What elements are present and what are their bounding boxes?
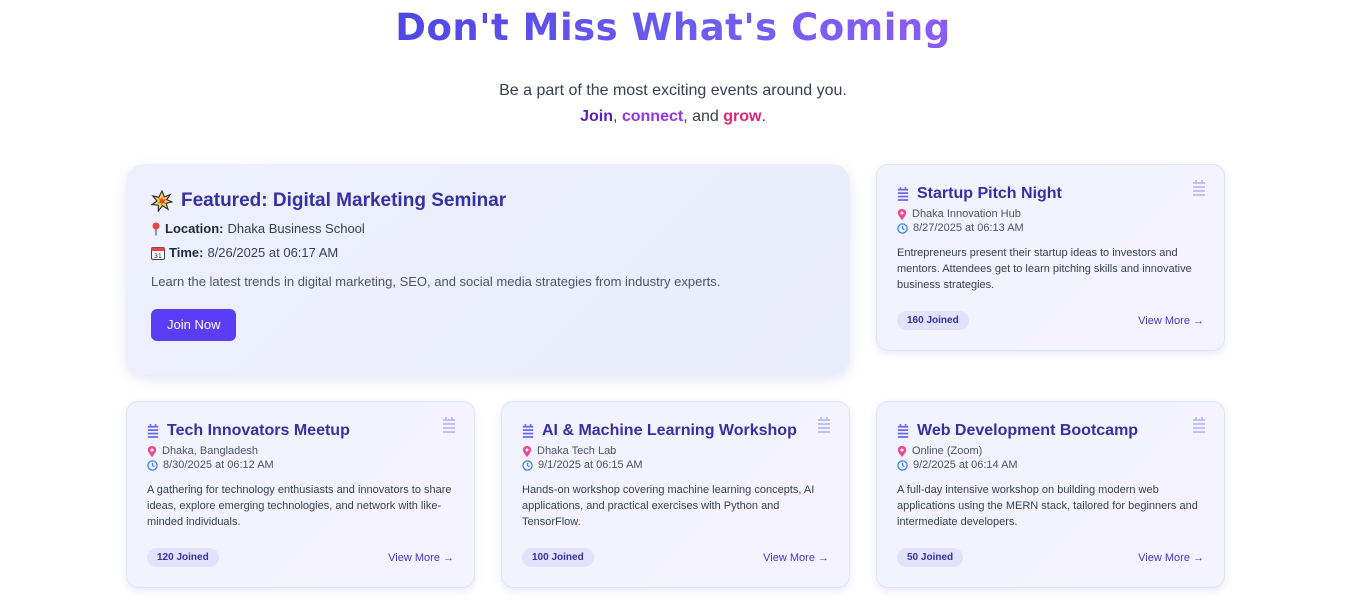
event-list-icon [1193,417,1205,433]
event-description: A gathering for technology enthusiasts a… [147,484,452,528]
event-list-icon [1193,180,1205,196]
event-location: Dhaka Tech Lab [522,445,829,457]
event-card: Web Development Bootcamp Online (Zoom) 9… [876,401,1225,588]
event-time: 8/27/2025 at 06:13 AM [897,222,1204,234]
event-list-icon [818,417,830,433]
event-title-row: Startup Pitch Night [897,185,1204,203]
clock-icon [147,459,158,471]
event-title: Tech Innovators Meetup [167,422,350,439]
burst-icon [151,190,173,212]
featured-event-card: Featured: Digital Marketing Seminar Loca… [126,164,850,375]
map-pin-icon [897,208,907,220]
map-pin-icon [522,445,532,457]
event-location: Dhaka Innovation Hub [897,208,1204,220]
calendar-icon: 31 [151,246,165,260]
map-pin-icon [152,222,160,235]
view-more-link[interactable]: View More → [388,552,454,564]
clock-icon [522,459,533,471]
map-pin-icon [147,445,157,457]
event-list-icon [522,424,534,438]
view-more-link[interactable]: View More → [763,552,829,564]
event-description: Entrepreneurs present their startup idea… [897,247,1192,291]
event-title: AI & Machine Learning Workshop [542,422,797,439]
hero-subtitle: Be a part of the most exciting events ar… [0,78,1346,130]
joined-count-badge: 50 Joined [897,548,964,567]
event-title: Web Development Bootcamp [917,422,1139,439]
view-more-link[interactable]: View More → [1138,315,1204,327]
event-footer: 120 Joined View More → [147,548,454,567]
event-card: Startup Pitch Night Dhaka Innovation Hub… [876,164,1225,351]
event-title-row: AI & Machine Learning Workshop [522,422,829,440]
tagline-join: Join [580,108,613,125]
joined-count-badge: 120 Joined [147,548,219,567]
featured-title: Featured: Digital Marketing Seminar [181,190,507,211]
subtitle-line: Be a part of the most exciting events ar… [499,82,847,99]
clock-icon [897,459,908,471]
view-more-link[interactable]: View More → [1138,552,1204,564]
event-list-icon [147,424,159,438]
event-location: Online (Zoom) [897,445,1204,457]
event-description: A full-day intensive workshop on buildin… [897,484,1198,528]
event-card: Tech Innovators Meetup Dhaka, Bangladesh… [126,401,475,588]
clock-icon [897,222,908,234]
joined-count-badge: 100 Joined [522,548,594,567]
featured-title-row: Featured: Digital Marketing Seminar [151,190,825,212]
event-title-row: Web Development Bootcamp [897,422,1204,440]
svg-text:31: 31 [154,253,162,260]
event-list-icon [443,417,455,433]
event-description: Hands-on workshop covering machine learn… [522,484,815,528]
event-title: Startup Pitch Night [917,185,1062,202]
tagline-grow: grow [723,108,762,125]
event-card: AI & Machine Learning Workshop Dhaka Tec… [501,401,850,588]
subtitle-tagline: Join, connect, and grow. [580,108,766,125]
joined-count-badge: 160 Joined [897,311,969,330]
map-pin-icon [897,445,907,457]
join-now-button[interactable]: Join Now [151,309,237,341]
event-list-icon [897,424,909,438]
featured-description: Learn the latest trends in digital marke… [151,274,721,289]
event-time: 9/2/2025 at 06:14 AM [897,459,1204,471]
event-time: 9/1/2025 at 06:15 AM [522,459,829,471]
event-footer: 50 Joined View More → [897,548,1204,567]
event-footer: 160 Joined View More → [897,311,1204,330]
event-footer: 100 Joined View More → [522,548,829,567]
featured-location: Location: Dhaka Business School [151,221,825,236]
tagline-connect: connect [621,108,684,125]
event-title-row: Tech Innovators Meetup [147,422,454,440]
event-list-icon [897,187,909,201]
page-title: Don't Miss What's Coming [395,6,951,48]
event-time: 8/30/2025 at 06:12 AM [147,459,454,471]
featured-time: 31 Time: 8/26/2025 at 06:17 AM [151,245,825,260]
event-location: Dhaka, Bangladesh [147,445,454,457]
